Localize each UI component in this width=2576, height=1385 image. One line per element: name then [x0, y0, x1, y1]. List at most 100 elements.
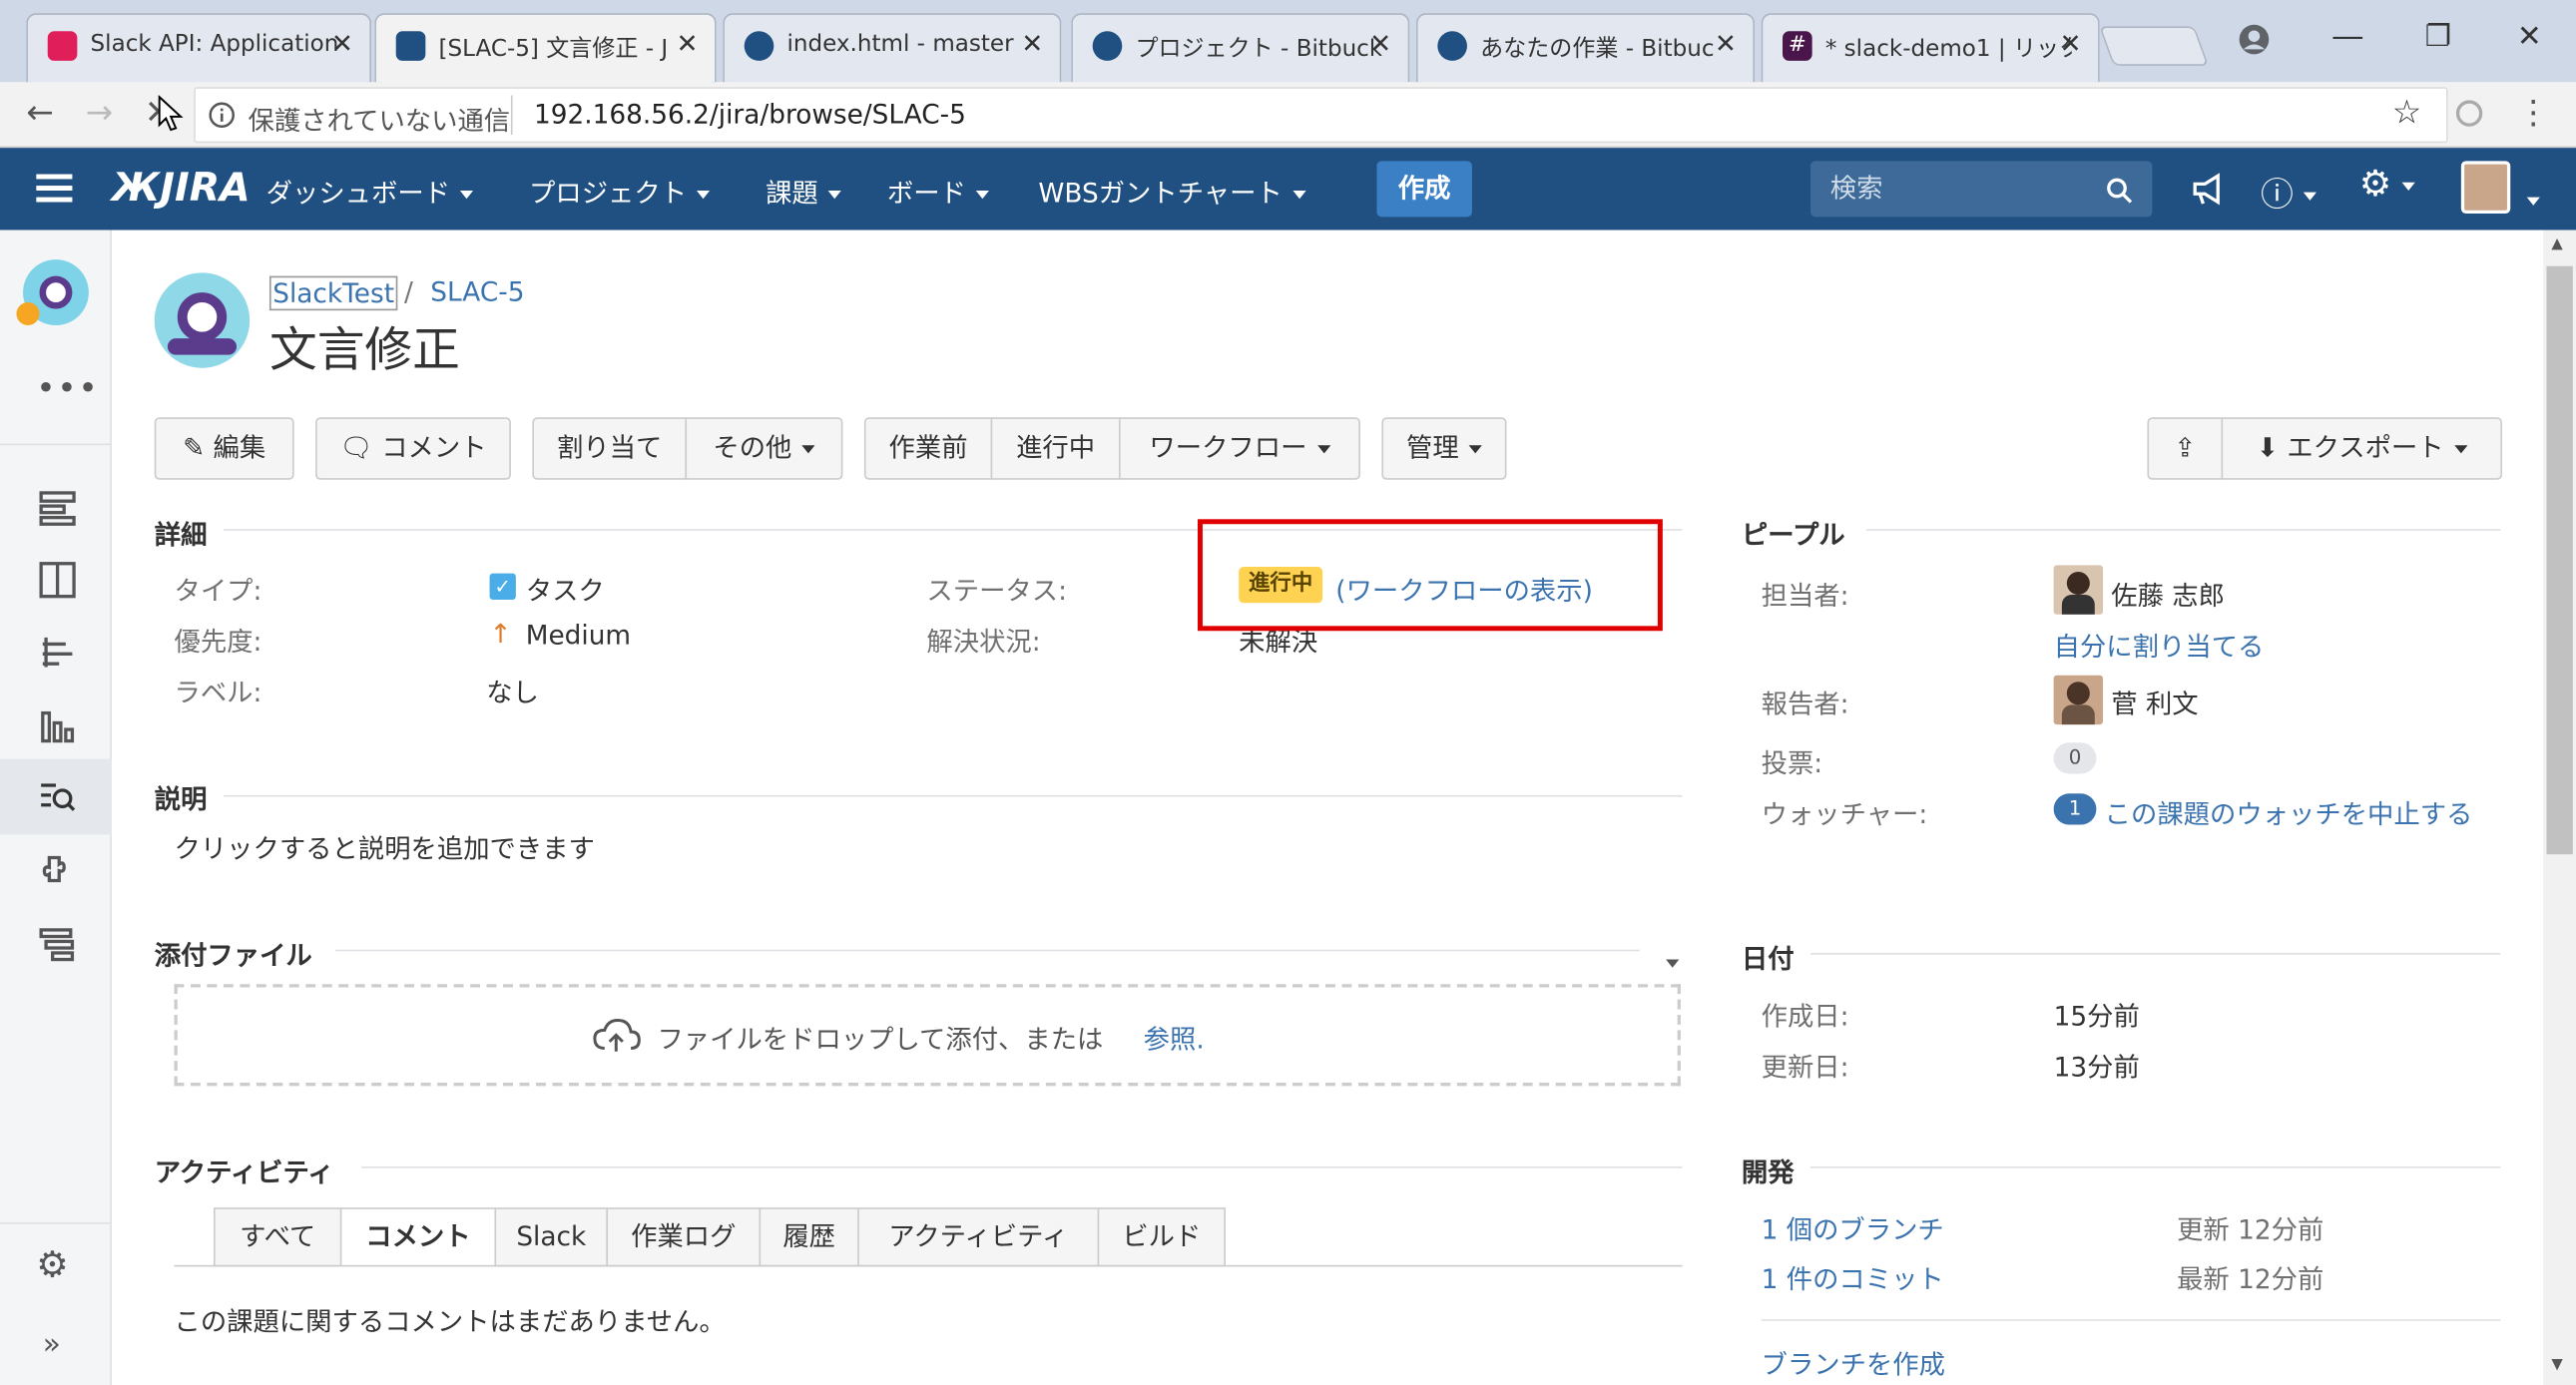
bookmark-star-icon[interactable]: ☆ — [2392, 92, 2422, 132]
scroll-down-icon[interactable]: ▼ — [2551, 1357, 2562, 1373]
attachment-dropzone[interactable]: ファイルをドロップして添付、または 参照. — [174, 984, 1681, 1087]
releases-icon[interactable] — [36, 631, 79, 674]
admin-button[interactable]: 管理 — [1381, 417, 1507, 480]
description-heading: 説明 — [154, 783, 208, 815]
close-window-icon[interactable]: ✕ — [2517, 20, 2542, 55]
edit-button[interactable]: ✎ 編集 — [154, 417, 294, 480]
backlog-icon[interactable] — [36, 486, 79, 529]
browser-tab-jira[interactable]: [SLAC-5] 文言修正 - J ✕ — [374, 13, 717, 83]
close-tab-icon[interactable]: ✕ — [1021, 28, 1043, 59]
breadcrumb-project[interactable]: SlackTest — [268, 275, 398, 311]
close-tab-icon[interactable]: ✕ — [331, 28, 353, 59]
watchers-count-badge[interactable]: 1 — [2053, 793, 2097, 825]
search-input[interactable]: 検索 — [1810, 161, 2153, 218]
close-tab-icon[interactable]: ✕ — [1369, 28, 1391, 59]
export-button[interactable]: ⬇ エクスポート — [2221, 417, 2503, 480]
description-placeholder[interactable]: クリックすると説明を追加できます — [174, 826, 594, 866]
todo-transition-button[interactable]: 作業前 — [863, 417, 993, 480]
project-sidebar: ••• ⚙ » — [0, 230, 112, 1385]
project-settings-icon[interactable]: ⚙ — [36, 1245, 68, 1286]
browse-link[interactable]: 参照. — [1144, 1017, 1205, 1057]
board-icon[interactable] — [36, 559, 79, 602]
help-menu[interactable]: ⓘ — [2261, 168, 2318, 216]
nav-dashboards[interactable]: ダッシュボード — [266, 171, 474, 211]
project-avatar-icon[interactable] — [16, 259, 89, 326]
activity-tab-slack[interactable]: Slack — [494, 1207, 609, 1267]
breadcrumb-issue-key[interactable]: SLAC-5 — [430, 276, 524, 307]
browser-tab-index[interactable]: index.html - master ✕ — [723, 13, 1062, 83]
issues-search-icon[interactable] — [36, 775, 79, 818]
url-text[interactable]: 192.168.56.2/jira/browse/SLAC-5 — [534, 99, 966, 130]
share-button[interactable]: ⇪ — [2147, 417, 2224, 480]
priority-value[interactable]: Medium — [526, 620, 631, 651]
back-icon[interactable]: ← — [26, 92, 54, 132]
comment-icon: 🗨 — [339, 432, 373, 464]
user-menu-caret-icon[interactable] — [2517, 184, 2540, 215]
browser-tab-slack-demo[interactable]: # * slack-demo1 | リック ✕ — [1761, 13, 2100, 83]
scroll-up-icon[interactable]: ▲ — [2551, 236, 2562, 252]
comment-button[interactable]: 🗨 コメント — [315, 417, 511, 480]
forward-icon[interactable]: → — [86, 92, 114, 132]
nav-issues[interactable]: 課題 — [766, 171, 841, 211]
activity-tab-comments[interactable]: コメント — [339, 1207, 497, 1267]
nav-wbs-gantt[interactable]: WBSガントチャート — [1038, 171, 1305, 211]
details-heading: 詳細 — [154, 519, 208, 551]
minimize-icon[interactable]: ― — [2332, 20, 2362, 55]
nav-projects[interactable]: プロジェクト — [529, 171, 711, 211]
activity-tab-all[interactable]: すべて — [213, 1207, 342, 1267]
jira-icon — [395, 31, 426, 61]
settings-menu[interactable]: ⚙ — [2359, 165, 2415, 206]
scrollbar[interactable]: ▲ ▼ — [2543, 230, 2576, 1385]
user-avatar[interactable] — [2460, 161, 2511, 215]
add-ons-icon[interactable] — [36, 851, 79, 894]
scrollbar-thumb[interactable] — [2546, 265, 2573, 855]
branches-link[interactable]: 1 個のブランチ — [1762, 1207, 1944, 1247]
create-branch-link[interactable]: ブランチを作成 — [1762, 1342, 1945, 1382]
created-value: 15分前 — [2053, 1000, 2140, 1033]
type-value[interactable]: タスク — [526, 569, 605, 609]
pencil-icon: ✎ — [183, 432, 206, 464]
create-button[interactable]: 作成 — [1376, 161, 1472, 218]
more-icon[interactable]: ••• — [36, 368, 99, 408]
issue-title[interactable]: 文言修正 — [269, 312, 460, 381]
labels-value[interactable]: なし — [486, 671, 539, 710]
in-progress-transition-button[interactable]: 進行中 — [990, 417, 1121, 480]
workflow-button[interactable]: ワークフロー — [1118, 417, 1360, 480]
section-divider — [361, 1166, 1683, 1168]
jira-logo[interactable]: ЖJIRA — [112, 165, 251, 211]
stop-watching-link[interactable]: この課題のウォッチを中止する — [2105, 792, 2473, 832]
gantt-icon[interactable] — [36, 923, 79, 966]
search-icon — [2107, 178, 2133, 204]
close-tab-icon[interactable]: ✕ — [2060, 28, 2082, 59]
restore-icon[interactable]: ❐ — [2425, 20, 2452, 55]
megaphone-icon[interactable] — [2192, 173, 2228, 206]
browser-menu-icon[interactable]: ⋮ — [2517, 92, 2550, 132]
omnibox[interactable]: 保護されていない通信 192.168.56.2/jira/browse/SLAC… — [194, 87, 2448, 144]
expand-sidebar-icon[interactable]: » — [43, 1327, 61, 1362]
votes-count-badge[interactable]: 0 — [2053, 742, 2097, 774]
profile-icon[interactable] — [2238, 23, 2271, 56]
assignee-name[interactable]: 佐藤 志郎 — [2111, 574, 2225, 614]
activity-tab-history[interactable]: 履歴 — [759, 1207, 859, 1267]
app-switcher-icon[interactable] — [36, 173, 76, 206]
activity-tab-builds[interactable]: ビルド — [1097, 1207, 1226, 1267]
section-divider — [223, 794, 1683, 797]
assign-button[interactable]: 割り当て — [532, 417, 688, 480]
commits-link[interactable]: 1 件のコミット — [1762, 1257, 1944, 1297]
attachments-options-caret-icon[interactable] — [1656, 946, 1680, 977]
browser-tab-your-work[interactable]: あなたの作業 - Bitbuc ✕ — [1415, 13, 1756, 83]
extension-icon[interactable] — [2454, 99, 2484, 129]
assign-to-me-link[interactable]: 自分に割り当てる — [2054, 625, 2265, 665]
close-tab-icon[interactable]: ✕ — [1715, 28, 1737, 59]
new-tab-button[interactable] — [2099, 26, 2209, 66]
activity-tab-activity[interactable]: アクティビティ — [857, 1207, 1100, 1267]
close-tab-icon[interactable]: ✕ — [677, 28, 699, 59]
reporter-name[interactable]: 菅 利文 — [2111, 682, 2198, 721]
browser-tab-projects[interactable]: プロジェクト - Bitbucket ✕ — [1071, 13, 1410, 83]
omnibox-divider — [510, 95, 513, 136]
activity-tab-worklog[interactable]: 作業ログ — [606, 1207, 762, 1267]
nav-boards[interactable]: ボード — [887, 171, 989, 211]
browser-tab-slack-api[interactable]: Slack API: Application ✕ — [26, 13, 372, 83]
more-button[interactable]: その他 — [685, 417, 843, 480]
reports-icon[interactable] — [36, 703, 79, 746]
